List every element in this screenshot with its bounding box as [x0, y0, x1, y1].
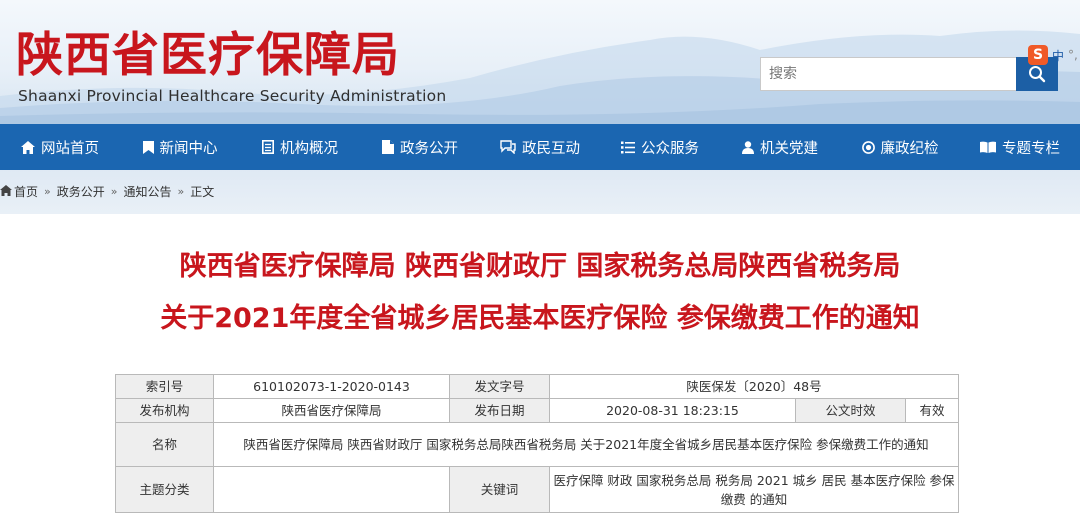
ime-toolbar[interactable]: S 中 °,: [1028, 44, 1078, 66]
publisher-label: 发布机构: [115, 398, 214, 423]
nav-item-label: 机关党建: [760, 140, 818, 157]
document-metadata-table: 索引号 610102073-1-2020-0143 发文字号 陕医保发〔2020…: [115, 374, 959, 513]
nav-item-label: 政务公开: [400, 140, 458, 157]
topic-value: [213, 466, 450, 513]
publisher-value: 陕西省医疗保障局: [213, 398, 450, 423]
nav-item-government-affairs[interactable]: 政务公开: [360, 124, 480, 170]
document-icon: [262, 140, 274, 154]
columns-icon: [980, 141, 996, 153]
nav-item-interaction[interactable]: 政民互动: [480, 124, 600, 170]
nav-item-label: 新闻中心: [159, 140, 218, 157]
document-number-value: 陕医保发〔2020〕48号: [549, 374, 959, 399]
breadcrumb-separator: »: [44, 184, 51, 198]
site-logo-title[interactable]: 陕西省医疗保障局: [16, 26, 400, 86]
main-nav: 网站首页 新闻中心 机构概况 政务公开 政民互动 公众服务 机关党建 廉政纪检 …: [0, 124, 1080, 170]
site-logo-subtitle: Shaanxi Provincial Healthcare Security A…: [18, 87, 447, 105]
breadcrumb-separator: »: [177, 184, 185, 198]
document-number-label: 发文字号: [449, 374, 550, 399]
file-icon: [382, 140, 394, 154]
ime-mode-label: 中: [1052, 48, 1065, 63]
breadcrumb-bar: 首页 » 政务公开 » 通知公告 » 正文: [0, 170, 1080, 214]
site-header: 陕西省医疗保障局 Shaanxi Provincial Healthcare S…: [0, 0, 1080, 124]
nav-item-public-services[interactable]: 公众服务: [600, 124, 720, 170]
bookmark-icon: [142, 140, 154, 154]
index-label: 索引号: [115, 374, 214, 399]
breadcrumb-current: 正文: [190, 184, 215, 199]
breadcrumb-separator: »: [110, 184, 118, 198]
ime-punct-label: °,: [1068, 48, 1078, 62]
table-row: 索引号 610102073-1-2020-0143 发文字号 陕医保发〔2020…: [115, 374, 959, 399]
nav-item-integrity[interactable]: 廉政纪检: [840, 124, 960, 170]
nav-item-special-topics[interactable]: 专题专栏: [960, 124, 1080, 170]
nav-item-label: 政民互动: [522, 140, 580, 157]
article-title-line1: 陕西省医疗保障局 陕西省财政厅 国家税务总局陕西省税务局: [179, 251, 901, 282]
topic-label: 主题分类: [115, 466, 214, 513]
home-icon: [21, 140, 35, 154]
chat-icon: [500, 140, 516, 154]
breadcrumb-government-affairs[interactable]: 政务公开: [57, 183, 105, 200]
search-input[interactable]: [761, 58, 1017, 90]
location-icon: [0, 185, 12, 196]
record-icon: [861, 140, 875, 154]
article-main: 陕西省医疗保障局 陕西省财政厅 国家税务总局陕西省税务局 关于2021年度全省城…: [0, 214, 1080, 517]
nav-item-party-building[interactable]: 机关党建: [720, 124, 840, 170]
table-row: 发布机构 陕西省医疗保障局 发布日期 2020-08-31 18:23:15 公…: [115, 398, 959, 423]
nav-item-label: 公众服务: [641, 140, 699, 157]
sogou-ime-icon: S: [1028, 45, 1048, 65]
name-label: 名称: [115, 422, 214, 467]
nav-item-label: 机构概况: [280, 140, 338, 157]
list-icon: [621, 141, 635, 153]
breadcrumb-home[interactable]: 首页: [14, 183, 38, 200]
publish-date-value: 2020-08-31 18:23:15: [549, 398, 796, 423]
table-row: 名称 陕西省医疗保障局 陕西省财政厅 国家税务总局陕西省税务局 关于2021年度…: [115, 422, 959, 467]
nav-item-label: 廉政纪检: [880, 140, 939, 157]
breadcrumb-notices[interactable]: 通知公告: [124, 183, 172, 200]
keyword-value: 医疗保障 财政 国家税务总局 税务局 2021 城乡 居民 基本医疗保险 参保缴…: [549, 466, 959, 513]
nav-item-news[interactable]: 新闻中心: [120, 124, 240, 170]
search-icon: [1029, 66, 1046, 83]
nav-item-home[interactable]: 网站首页: [0, 124, 120, 170]
name-value: 陕西省医疗保障局 陕西省财政厅 国家税务总局陕西省税务局 关于2021年度全省城…: [213, 422, 959, 467]
keyword-label: 关键词: [449, 466, 550, 513]
breadcrumb: 首页 » 政务公开 » 通知公告 » 正文: [0, 182, 214, 200]
search-box: [760, 57, 1018, 91]
index-value: 610102073-1-2020-0143: [213, 374, 450, 399]
validity-value: 有效: [905, 398, 959, 423]
table-row: 主题分类 关键词 医疗保障 财政 国家税务总局 税务局 2021 城乡 居民 基…: [115, 466, 959, 513]
nav-item-label: 网站首页: [41, 140, 99, 157]
validity-label: 公文时效: [795, 398, 906, 423]
nav-item-label: 专题专栏: [1002, 140, 1060, 157]
user-icon: [742, 140, 754, 154]
article-title-line2: 关于2021年度全省城乡居民基本医疗保险 参保缴费工作的通知: [160, 303, 920, 334]
publish-date-label: 发布日期: [449, 398, 550, 423]
nav-item-organization[interactable]: 机构概况: [240, 124, 360, 170]
